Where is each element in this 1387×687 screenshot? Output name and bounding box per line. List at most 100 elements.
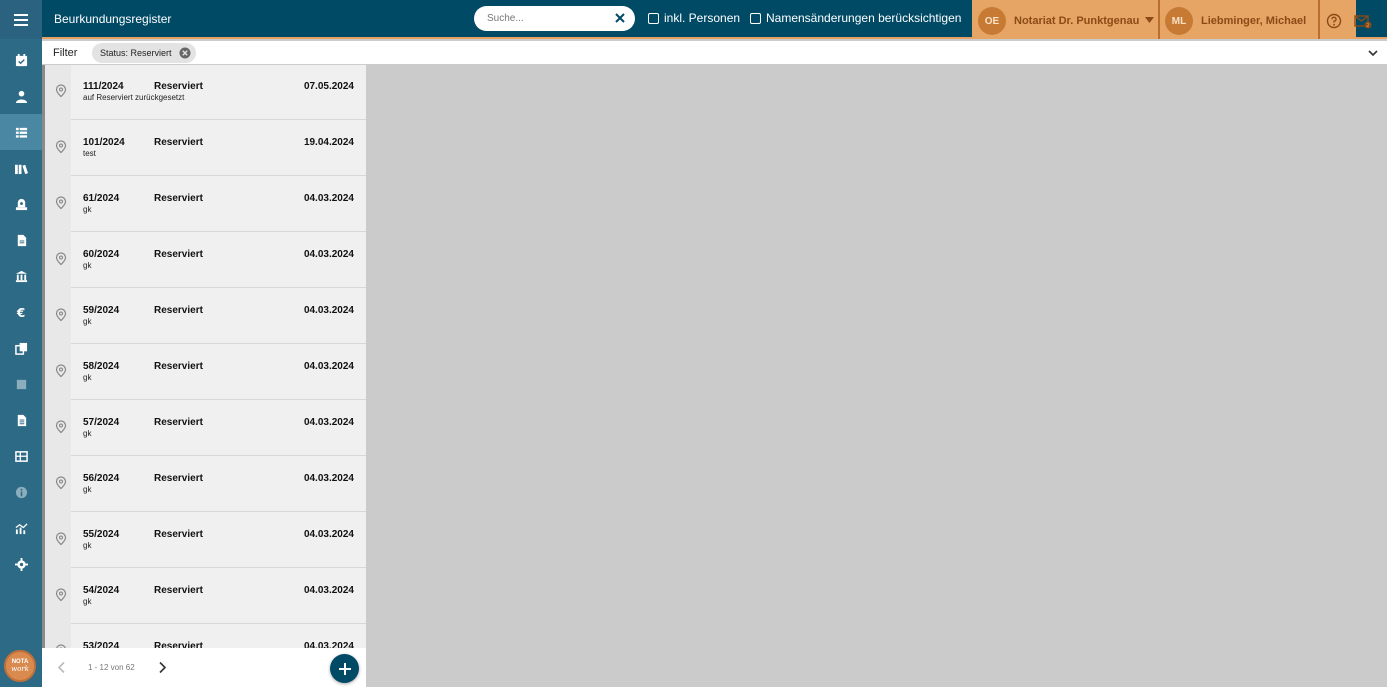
person-icon <box>15 90 27 103</box>
location-pin-icon[interactable] <box>55 140 67 154</box>
list-item[interactable]: 101/2024 Reserviert 19.04.2024 test <box>42 120 366 176</box>
notawork-logo: NOTA work <box>4 650 36 682</box>
calendar-check-icon <box>15 53 27 66</box>
entry-note: gk <box>83 317 92 326</box>
entry-number: 56/2024 <box>83 473 120 484</box>
entry-date: 04.03.2024 <box>303 417 354 428</box>
location-pin-icon[interactable] <box>55 588 67 602</box>
office-avatar[interactable]: OE <box>978 7 1006 35</box>
sidebar-item-bank[interactable] <box>0 258 42 294</box>
chart-icon <box>15 522 28 534</box>
location-pin-icon[interactable] <box>55 252 67 266</box>
menu-button[interactable] <box>0 0 42 39</box>
entry-number: 53/2024 <box>83 641 120 648</box>
entry-status: Reserviert <box>154 137 203 148</box>
entry-number: 57/2024 <box>83 417 120 428</box>
euro-icon: € <box>15 306 24 319</box>
clear-search-icon[interactable] <box>614 12 626 24</box>
books-icon <box>14 164 28 174</box>
list-item[interactable]: 60/2024 Reserviert 04.03.2024 gk <box>42 232 366 288</box>
sidebar-item-files[interactable] <box>0 402 42 438</box>
office-name[interactable]: Notariat Dr. Punktgenau <box>1014 15 1139 27</box>
entry-number: 58/2024 <box>83 361 120 372</box>
sidebar-item-settings[interactable] <box>0 546 42 582</box>
location-pin-icon[interactable] <box>55 196 67 210</box>
page-title: Beurkundungsregister <box>54 12 172 26</box>
remove-filter-icon[interactable] <box>179 47 191 59</box>
sidebar-item-calendar[interactable] <box>0 42 42 78</box>
user-avatar[interactable]: ML <box>1165 7 1193 35</box>
chevron-down-icon[interactable] <box>1367 48 1379 58</box>
location-pin-icon[interactable] <box>55 476 67 490</box>
gear-icon <box>14 557 28 571</box>
user-name[interactable]: Liebminger, Michael <box>1201 15 1306 27</box>
entry-note: gk <box>83 261 92 270</box>
include-persons-label: inkl. Personen <box>664 11 741 25</box>
checkbox-box[interactable] <box>750 12 761 24</box>
list-item[interactable]: 61/2024 Reserviert 04.03.2024 gk <box>42 176 366 232</box>
filter-label: Filter <box>53 47 78 59</box>
sidebar-item-documents[interactable] <box>0 222 42 258</box>
entry-date: 04.03.2024 <box>303 641 354 648</box>
help-icon[interactable] <box>1326 13 1342 29</box>
entry-date: 04.03.2024 <box>303 249 354 260</box>
account-area: OE Notariat Dr. Punktgenau ML Liebminger… <box>972 0 1356 39</box>
entry-number: 111/2024 <box>83 81 124 92</box>
add-entry-button[interactable] <box>330 654 359 683</box>
logo-text-bottom: work <box>11 665 29 673</box>
top-bar: Beurkundungsregister inkl. Personen Name… <box>42 0 1387 39</box>
location-pin-icon[interactable] <box>55 308 67 322</box>
list-item[interactable]: 111/2024 Reserviert 07.05.2024 auf Reservie… <box>42 65 366 120</box>
sidebar-item-copies[interactable] <box>0 330 42 366</box>
list-item[interactable]: 54/2024 Reserviert 04.03.2024 gk <box>42 568 366 624</box>
sidebar-item-statistics[interactable] <box>0 510 42 546</box>
entry-note: gk <box>83 205 92 214</box>
entry-status: Reserviert <box>154 641 203 648</box>
sidebar-item-safe[interactable] <box>0 186 42 222</box>
sidebar-item-register[interactable] <box>0 114 42 150</box>
location-pin-icon[interactable] <box>55 532 67 546</box>
list-item[interactable]: 55/2024 Reserviert 04.03.2024 gk <box>42 512 366 568</box>
entry-note: gk <box>83 597 92 606</box>
safe-icon <box>15 198 27 210</box>
filter-chip-status[interactable]: Status: Reserviert <box>92 43 196 63</box>
mail-notification-icon[interactable]: 2 <box>1354 13 1372 29</box>
pagination: 1 - 12 von 62 <box>42 648 366 687</box>
entry-number: 61/2024 <box>83 193 120 204</box>
list-item[interactable]: 58/2024 Reserviert 04.03.2024 gk <box>42 344 366 400</box>
search-box <box>474 6 635 31</box>
filter-bar: Filter Status: Reserviert <box>42 41 1387 65</box>
table-list-icon <box>15 127 27 138</box>
name-changes-label: Namensänderungen berücksichtigen <box>766 11 962 25</box>
entry-number: 54/2024 <box>83 585 120 596</box>
include-persons-checkbox[interactable]: inkl. Personen <box>648 11 740 25</box>
sidebar-item-ledger[interactable] <box>0 438 42 474</box>
entry-status: Reserviert <box>154 529 203 540</box>
divider <box>1158 0 1160 39</box>
location-pin-icon[interactable] <box>55 364 67 378</box>
sidebar-item-books[interactable] <box>0 150 42 186</box>
previous-page-icon[interactable] <box>57 661 67 674</box>
location-pin-icon[interactable] <box>55 420 67 434</box>
copy-icon <box>14 342 27 355</box>
checkbox-box[interactable] <box>648 12 659 24</box>
sidebar-item-persons[interactable] <box>0 78 42 114</box>
entry-date: 04.03.2024 <box>303 305 354 316</box>
next-page-icon[interactable] <box>157 661 167 674</box>
list-item[interactable]: 59/2024 Reserviert 04.03.2024 gk <box>42 288 366 344</box>
list-item[interactable]: 56/2024 Reserviert 04.03.2024 gk <box>42 456 366 512</box>
sidebar-item-finance[interactable]: € <box>0 294 42 330</box>
list-item[interactable]: 53/2024 Reserviert 04.03.2024 <box>42 624 366 648</box>
svg-text:2: 2 <box>1366 23 1369 29</box>
bank-icon <box>15 270 27 282</box>
location-pin-icon[interactable] <box>55 84 67 98</box>
name-changes-checkbox[interactable]: Namensänderungen berücksichtigen <box>750 11 961 25</box>
caret-down-icon[interactable] <box>1145 17 1154 23</box>
row-rail <box>42 456 71 512</box>
entry-note: auf Reserviert zurückgesetzt <box>83 93 185 102</box>
entry-number: 101/2024 <box>83 137 125 148</box>
search-input[interactable] <box>487 11 607 26</box>
divider <box>1318 0 1320 39</box>
row-rail <box>42 120 71 176</box>
list-item[interactable]: 57/2024 Reserviert 04.03.2024 gk <box>42 400 366 456</box>
